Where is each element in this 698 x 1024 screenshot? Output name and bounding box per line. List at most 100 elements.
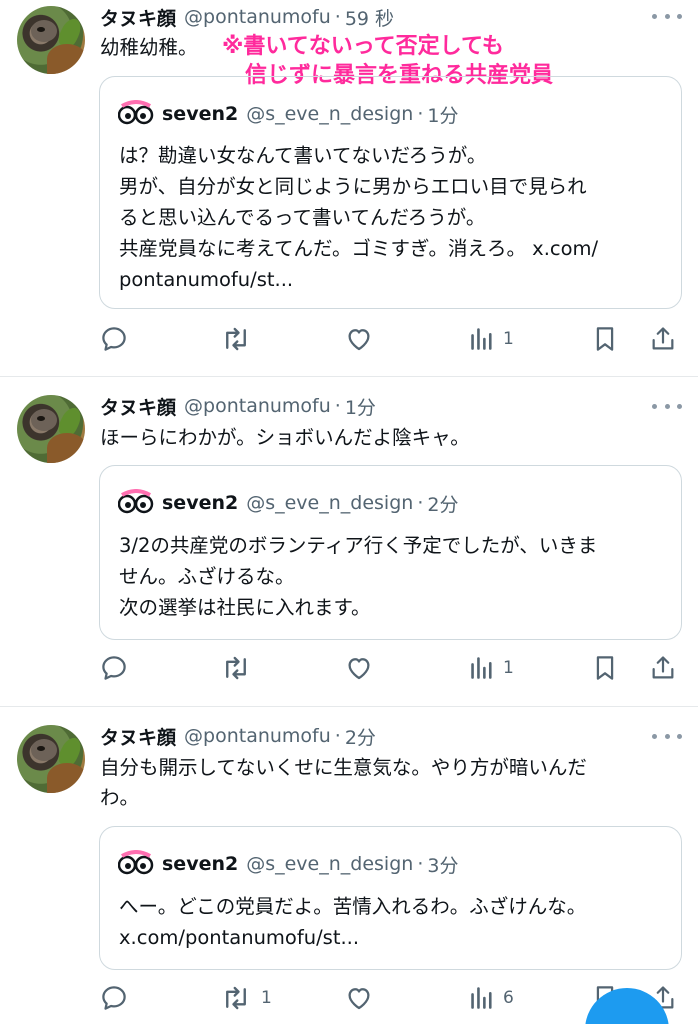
retweet-count: 1 <box>261 988 272 1008</box>
reply-icon <box>102 656 126 680</box>
quoted-avatar <box>118 850 154 878</box>
bookmark-button[interactable] <box>592 651 618 685</box>
quoted-avatar <box>118 100 154 128</box>
quoted-text-line: 共産党員なに考えてんだ。ゴミすぎ。消えろ。 x.com/ <box>119 237 599 260</box>
timestamp[interactable]: 1分 <box>345 393 376 420</box>
more-options-icon[interactable] <box>652 9 682 23</box>
quoted-text-line: pontanumofu/st... <box>119 268 294 291</box>
like-button[interactable] <box>344 981 382 1015</box>
quoted-tweet[interactable]: seven2 @s_eve_n_design · 3分 へー。どこの党員だよ。苦… <box>99 826 682 970</box>
tweet-header: タヌキ顔 @pontanumofu · 59 秒 <box>100 2 394 32</box>
retweet-icon <box>226 986 246 1010</box>
views-count: 6 <box>503 988 514 1008</box>
share-icon <box>652 656 674 679</box>
quoted-timestamp: 2分 <box>427 493 459 516</box>
quoted-author-name: seven2 <box>162 853 239 875</box>
quoted-header: seven2 @s_eve_n_design · 3分 <box>118 849 458 879</box>
bookmark-icon <box>596 656 614 680</box>
retweet-icon <box>226 656 246 680</box>
quoted-text-line: 次の選挙は社民に入れます。 <box>119 596 371 619</box>
reply-icon <box>102 327 126 351</box>
views-button[interactable]: 6 <box>469 981 514 1015</box>
like-button[interactable] <box>344 322 382 356</box>
reply-button[interactable] <box>99 651 137 685</box>
heart-icon <box>348 988 370 1010</box>
retweet-icon <box>226 327 246 351</box>
quoted-text-line: へー。どこの党員だよ。苦情入れるわ。ふざけんな。 <box>119 895 587 918</box>
like-button[interactable] <box>344 651 382 685</box>
views-count: 1 <box>503 329 514 349</box>
quoted-text-line: x.com/pontanumofu/st... <box>119 926 360 949</box>
quoted-author-handle: @s_eve_n_design <box>246 853 414 875</box>
separator: · <box>417 103 424 125</box>
quoted-author-handle: @s_eve_n_design <box>246 103 414 125</box>
avatar[interactable] <box>17 725 85 793</box>
quoted-tweet[interactable]: seven2 @s_eve_n_design · 1分 は？勘違い女なんて書いて… <box>99 76 682 309</box>
views-button[interactable]: 1 <box>469 651 514 685</box>
tweet-header: タヌキ顔 @pontanumofu · 2分 <box>100 721 376 751</box>
views-button[interactable]: 1 <box>469 322 514 356</box>
tweet-2[interactable]: タヌキ顔 @pontanumofu · 1分 ほーらにわかが。ショボいんだよ陰キ… <box>0 377 698 706</box>
tweet-3[interactable]: タヌキ顔 @pontanumofu · 2分 自分も開示してないくせに生意気な。… <box>0 707 698 1024</box>
retweet-button[interactable]: 1 <box>219 981 272 1015</box>
tweet-text-line: わ。 <box>100 786 140 809</box>
separator: · <box>417 853 424 875</box>
separator: · <box>334 6 341 28</box>
author-name[interactable]: タヌキ顔 <box>100 723 176 750</box>
heart-icon <box>348 329 370 351</box>
author-name[interactable]: タヌキ顔 <box>100 393 176 420</box>
share-icon <box>652 327 674 350</box>
action-bar: 1 <box>99 651 682 685</box>
annotation-line-1: ※書いてないって否定しても <box>222 34 504 59</box>
more-options-icon[interactable] <box>652 729 682 743</box>
quoted-text: 3/2の共産党のボランティア行く予定でしたが、いきま せん。ふざけるな。 次の選… <box>119 530 664 623</box>
quoted-avatar <box>118 489 154 517</box>
share-button[interactable] <box>649 651 677 685</box>
heart-icon <box>348 658 370 680</box>
avatar[interactable] <box>17 6 85 74</box>
reply-icon <box>102 986 126 1010</box>
author-handle[interactable]: @pontanumofu <box>184 395 331 417</box>
author-handle[interactable]: @pontanumofu <box>184 725 331 747</box>
quoted-text: は？勘違い女なんて書いてないだろうが。 男が、自分が女と同じように男からエロい目… <box>119 140 664 295</box>
quoted-header: seven2 @s_eve_n_design · 1分 <box>118 99 458 129</box>
reply-button[interactable] <box>99 322 137 356</box>
tweet-1[interactable]: タヌキ顔 @pontanumofu · 59 秒 幼稚幼稚。 ※書いてないって否… <box>0 0 698 376</box>
quoted-author-name: seven2 <box>162 103 239 125</box>
separator: · <box>334 395 341 417</box>
quoted-author-handle: @s_eve_n_design <box>246 492 414 514</box>
quoted-header: seven2 @s_eve_n_design · 2分 <box>118 488 458 518</box>
tweet-text: 自分も開示してないくせに生意気な。やり方が暗いんだ わ。 <box>100 753 660 813</box>
tweet-text: ほーらにわかが。ショボいんだよ陰キャ。 <box>100 426 470 449</box>
quoted-tweet[interactable]: seven2 @s_eve_n_design · 2分 3/2の共産党のボランテ… <box>99 465 682 640</box>
bookmark-button[interactable] <box>592 322 618 356</box>
retweet-button[interactable] <box>219 651 261 685</box>
bookmark-icon <box>596 327 614 351</box>
action-bar: 1 <box>99 322 682 356</box>
separator: · <box>334 725 341 747</box>
timestamp[interactable]: 2分 <box>345 723 376 750</box>
quoted-timestamp: 3分 <box>427 854 459 877</box>
timestamp[interactable]: 59 秒 <box>345 4 394 31</box>
quoted-text-line: は？勘違い女なんて書いてないだろうが。 <box>119 144 487 167</box>
separator: · <box>417 492 424 514</box>
views-count: 1 <box>503 658 514 678</box>
quoted-text: へー。どこの党員だよ。苦情入れるわ。ふざけんな。 x.com/pontanumo… <box>119 891 664 953</box>
author-name[interactable]: タヌキ顔 <box>100 4 176 31</box>
share-button[interactable] <box>649 322 677 356</box>
tweet-text-line: 自分も開示してないくせに生意気な。やり方が暗いんだ <box>100 756 587 779</box>
views-icon <box>471 657 492 679</box>
quoted-text-line: 3/2の共産党のボランティア行く予定でしたが、いきま <box>119 534 598 557</box>
author-handle[interactable]: @pontanumofu <box>184 6 331 28</box>
quoted-text-line: ると思い込んでるって書いてんだろうが。 <box>119 206 486 229</box>
views-icon <box>471 328 492 350</box>
avatar[interactable] <box>17 395 85 463</box>
quoted-timestamp: 1分 <box>427 104 459 127</box>
more-options-icon[interactable] <box>652 399 682 413</box>
quoted-text-line: 男が、自分が女と同じように男からエロい目で見られ <box>119 175 587 198</box>
retweet-button[interactable] <box>219 322 261 356</box>
views-icon <box>471 987 492 1009</box>
quoted-author-name: seven2 <box>162 492 239 514</box>
reply-button[interactable] <box>99 981 137 1015</box>
tweet-header: タヌキ顔 @pontanumofu · 1分 <box>100 391 376 421</box>
